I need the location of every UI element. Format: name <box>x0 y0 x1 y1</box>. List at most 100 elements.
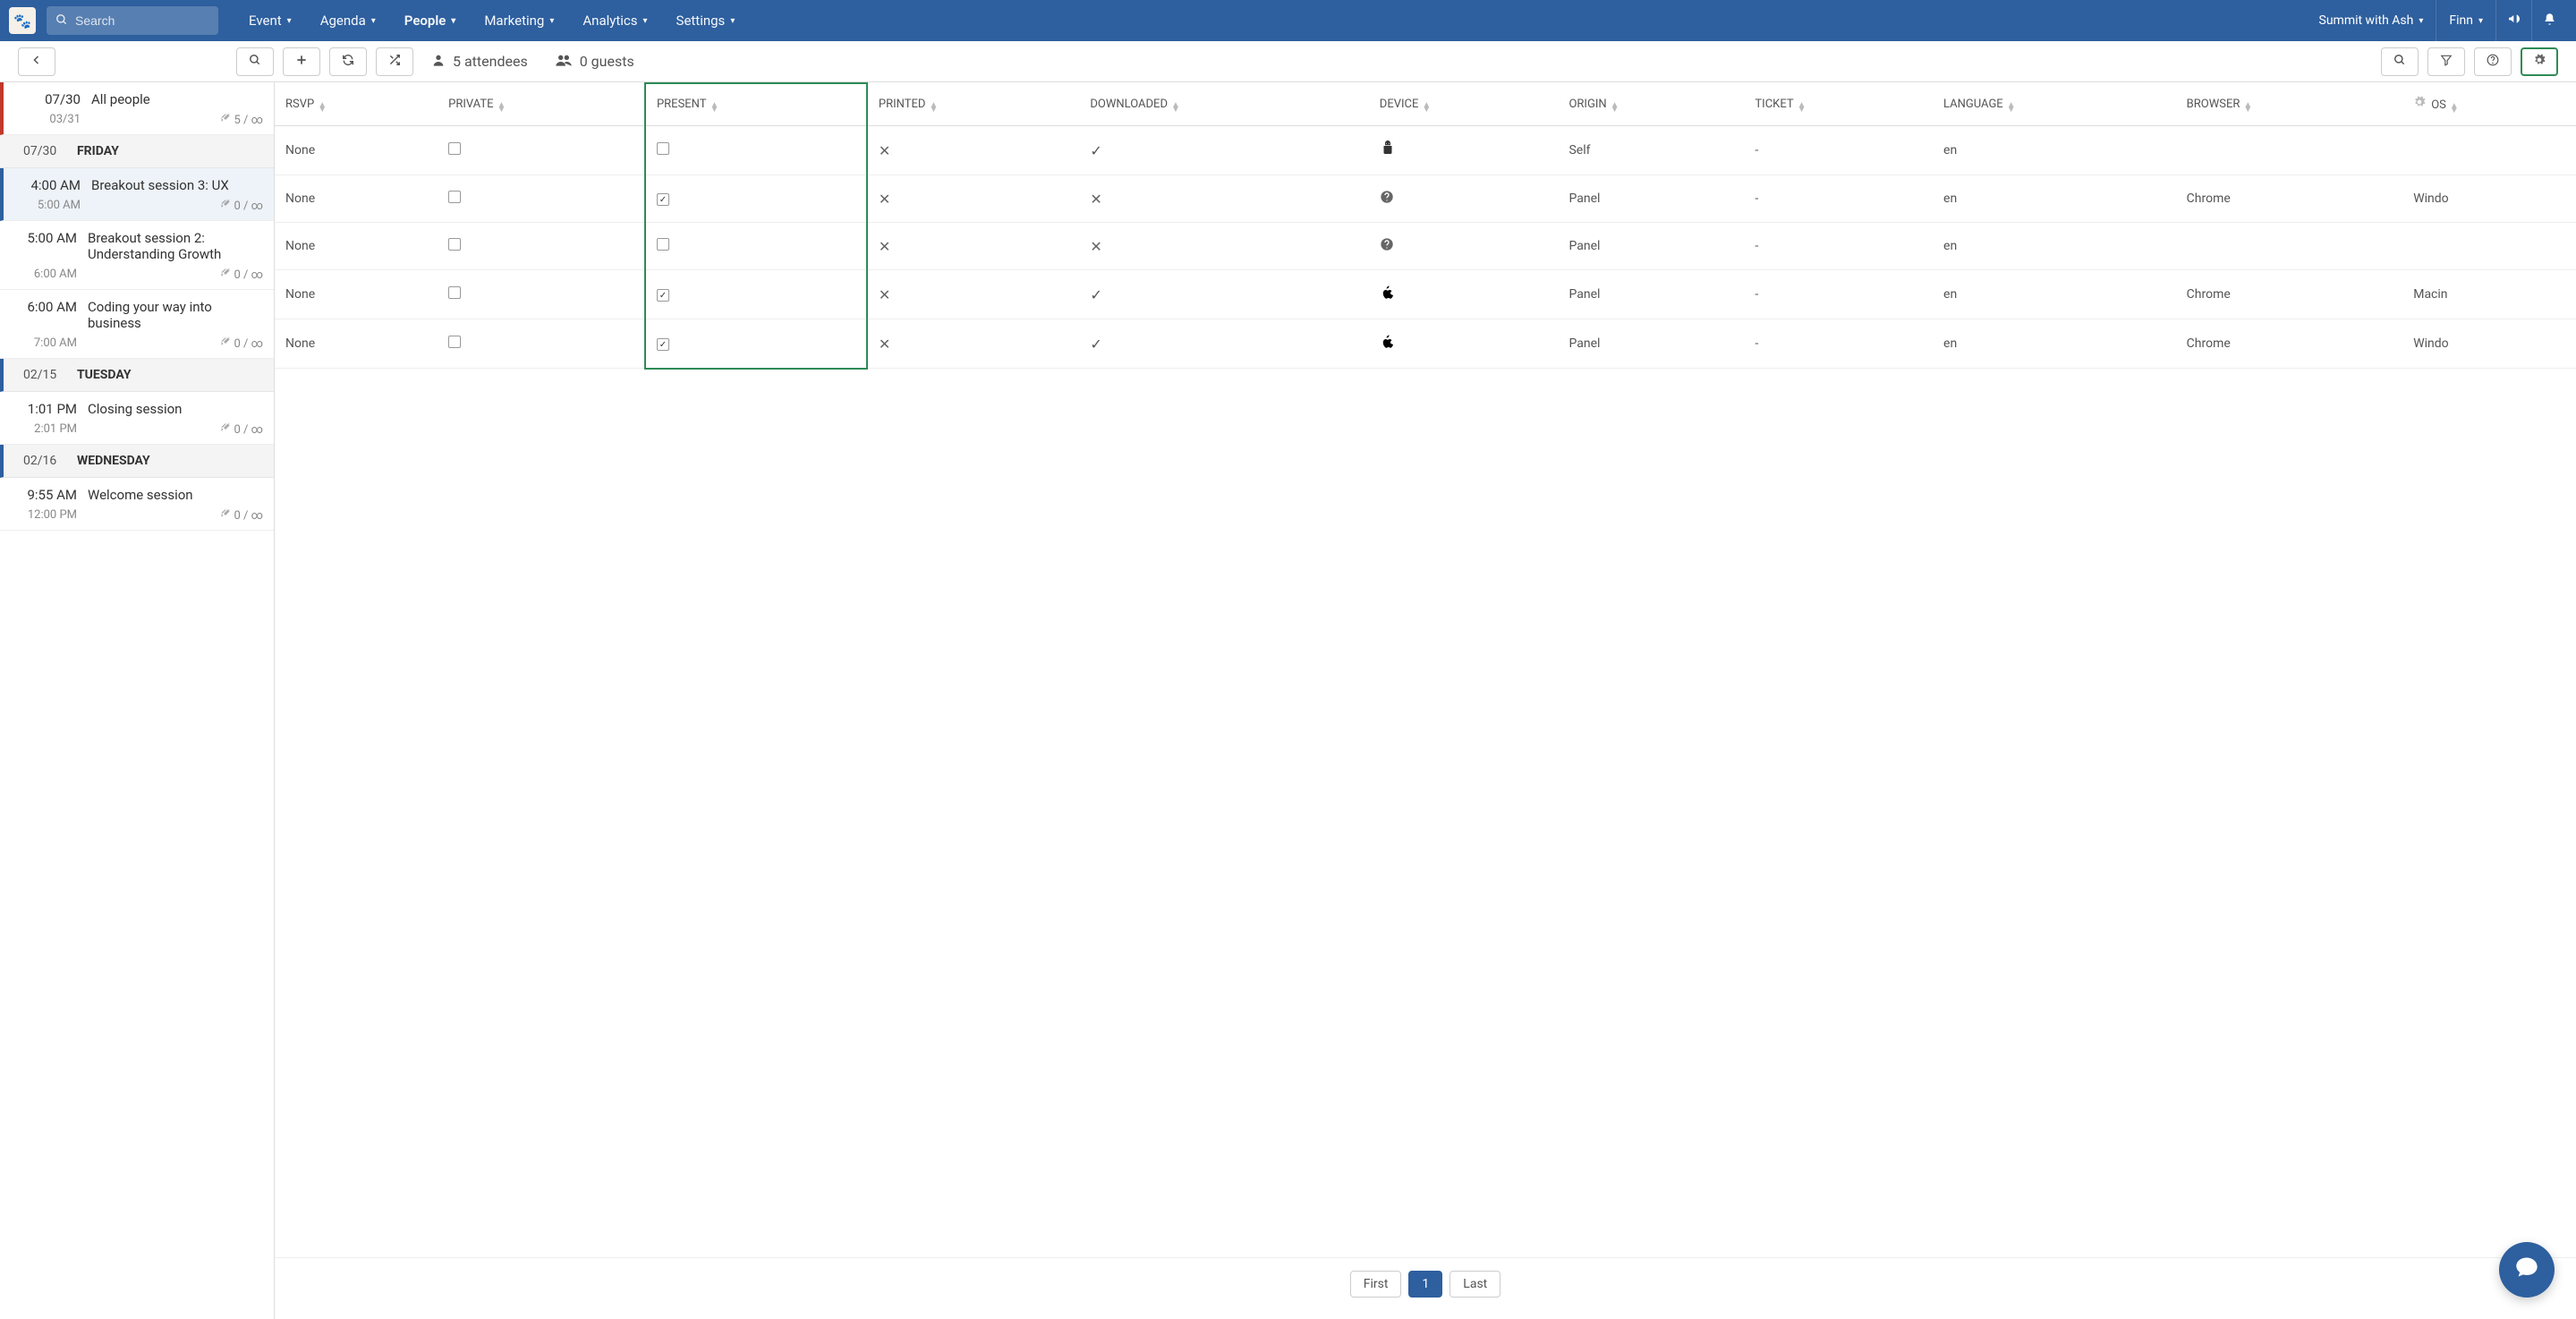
cell-private[interactable] <box>438 175 645 223</box>
session-end-time: 5:00 AM <box>11 199 81 213</box>
session-item[interactable]: 9:55 AM Welcome session 12:00 PM 0 / ∞ <box>0 478 274 531</box>
check-icon: ✓ <box>1090 142 1101 159</box>
column-header-origin[interactable]: ORIGIN▲▼ <box>1558 83 1744 126</box>
column-header-browser[interactable]: BROWSER▲▼ <box>2176 83 2403 126</box>
menu-marketing[interactable]: Marketing▾ <box>472 0 566 41</box>
column-header-present[interactable]: PRESENT▲▼ <box>645 83 867 126</box>
cell-present[interactable] <box>645 319 867 369</box>
table-row[interactable]: None✕✓Panel-enChromeWindo <box>275 319 2576 369</box>
cell-language: en <box>1933 126 2176 175</box>
event-switcher[interactable]: Summit with Ash▾ <box>2307 0 2436 41</box>
session-start-time: 4:00 AM <box>11 177 81 193</box>
tags-icon <box>220 508 231 523</box>
checkbox-icon[interactable] <box>448 336 461 348</box>
session-start-time: 9:55 AM <box>7 487 77 503</box>
search-icon <box>249 54 261 70</box>
table-row[interactable]: None✕✕Panel-en <box>275 223 2576 270</box>
checkbox-icon[interactable] <box>657 238 669 251</box>
user-menu[interactable]: Finn▾ <box>2436 0 2495 41</box>
chat-launcher[interactable] <box>2499 1242 2555 1298</box>
session-title: Coding your way into business <box>88 299 263 331</box>
cell-present[interactable] <box>645 126 867 175</box>
tags-icon <box>220 336 231 351</box>
table-row[interactable]: None✕✕Panel-enChromeWindo <box>275 175 2576 223</box>
x-icon: ✕ <box>879 286 890 303</box>
checkbox-icon[interactable] <box>448 142 461 155</box>
checkbox-icon[interactable] <box>448 286 461 299</box>
checkbox-icon[interactable] <box>657 142 669 155</box>
shuffle-icon <box>388 54 401 70</box>
chevron-down-icon: ▾ <box>287 16 292 26</box>
table-wrap[interactable]: RSVP▲▼PRIVATE▲▼PRESENT▲▼PRINTED▲▼DOWNLOA… <box>275 82 2576 1257</box>
chevron-down-icon: ▾ <box>2478 16 2483 26</box>
session-item[interactable]: 5:00 AM Breakout session 2: Understandin… <box>0 221 274 290</box>
search-input[interactable] <box>47 6 218 35</box>
cell-rsvp: None <box>275 319 438 369</box>
menu-event[interactable]: Event▾ <box>236 0 304 41</box>
menu-analytics[interactable]: Analytics▾ <box>570 0 659 41</box>
cell-present[interactable] <box>645 175 867 223</box>
app-logo[interactable]: 🐾 <box>9 7 36 34</box>
cell-origin: Panel <box>1558 175 1744 223</box>
session-item[interactable]: 6:00 AM Coding your way into business 7:… <box>0 290 274 359</box>
checkbox-icon[interactable] <box>448 191 461 203</box>
cell-present[interactable] <box>645 270 867 319</box>
add-button[interactable] <box>283 47 320 76</box>
cell-private[interactable] <box>438 319 645 369</box>
column-header-language[interactable]: LANGUAGE▲▼ <box>1933 83 2176 126</box>
gear-icon[interactable] <box>2413 98 2426 112</box>
shuffle-button[interactable] <box>376 47 413 76</box>
menu-people[interactable]: People▾ <box>392 0 469 41</box>
column-header-private[interactable]: PRIVATE▲▼ <box>438 83 645 126</box>
users-icon <box>555 53 573 71</box>
settings-button[interactable] <box>2521 47 2558 76</box>
sort-icon: ▲▼ <box>1611 103 1620 112</box>
menu-agenda[interactable]: Agenda▾ <box>308 0 388 41</box>
cell-device <box>1369 126 1559 175</box>
attendees-stat: 5 attendees <box>422 53 537 71</box>
help-button[interactable] <box>2474 47 2512 76</box>
announcements-button[interactable] <box>2495 0 2531 41</box>
session-title: Breakout session 2: Understanding Growth <box>88 230 263 262</box>
checkbox-icon[interactable] <box>657 289 669 302</box>
table-row[interactable]: None✕✓Self-en <box>275 126 2576 175</box>
pagination-first[interactable]: First <box>1350 1271 1402 1298</box>
checkbox-icon[interactable] <box>657 338 669 351</box>
cell-browser <box>2176 126 2403 175</box>
column-header-downloaded[interactable]: DOWNLOADED▲▼ <box>1079 83 1368 126</box>
session-start-time: 07/30 <box>11 91 81 107</box>
column-header-ticket[interactable]: TICKET▲▼ <box>1744 83 1933 126</box>
check-icon: ✓ <box>1090 336 1101 353</box>
column-header-printed[interactable]: PRINTED▲▼ <box>867 83 1079 126</box>
pagination-last[interactable]: Last <box>1450 1271 1501 1298</box>
refresh-button[interactable] <box>329 47 367 76</box>
sort-icon: ▲▼ <box>2007 103 2016 112</box>
cell-present[interactable] <box>645 223 867 270</box>
back-button[interactable] <box>18 47 55 76</box>
column-header-rsvp[interactable]: RSVP▲▼ <box>275 83 438 126</box>
sidebar[interactable]: 07/30 All people 03/31 5 / ∞ 07/30FRIDAY… <box>0 82 275 1319</box>
pagination-page-1[interactable]: 1 <box>1408 1271 1442 1298</box>
session-item[interactable]: 4:00 AM Breakout session 3: UX 5:00 AM 0… <box>0 168 274 221</box>
notifications-button[interactable] <box>2531 0 2567 41</box>
cell-private[interactable] <box>438 270 645 319</box>
cell-private[interactable] <box>438 126 645 175</box>
column-header-os[interactable]: OS▲▼ <box>2402 83 2576 126</box>
checkbox-icon[interactable] <box>448 238 461 251</box>
chevron-down-icon: ▾ <box>730 16 735 26</box>
session-item[interactable]: 1:01 PM Closing session 2:01 PM 0 / ∞ <box>0 392 274 445</box>
cell-private[interactable] <box>438 223 645 270</box>
checkbox-icon[interactable] <box>657 193 669 206</box>
table-search-button[interactable] <box>2381 47 2419 76</box>
column-header-device[interactable]: DEVICE▲▼ <box>1369 83 1559 126</box>
sort-icon: ▲▼ <box>1798 103 1807 112</box>
table-row[interactable]: None✕✓Panel-enChromeMacin <box>275 270 2576 319</box>
sidebar-search-button[interactable] <box>236 47 274 76</box>
cell-origin: Self <box>1558 126 1744 175</box>
sort-icon: ▲▼ <box>2450 104 2459 113</box>
session-item[interactable]: 07/30 All people 03/31 5 / ∞ <box>0 82 274 135</box>
session-capacity: 0 / ∞ <box>220 508 264 523</box>
menu-settings[interactable]: Settings▾ <box>664 0 748 41</box>
filter-button[interactable] <box>2427 47 2465 76</box>
sort-icon: ▲▼ <box>318 103 327 112</box>
